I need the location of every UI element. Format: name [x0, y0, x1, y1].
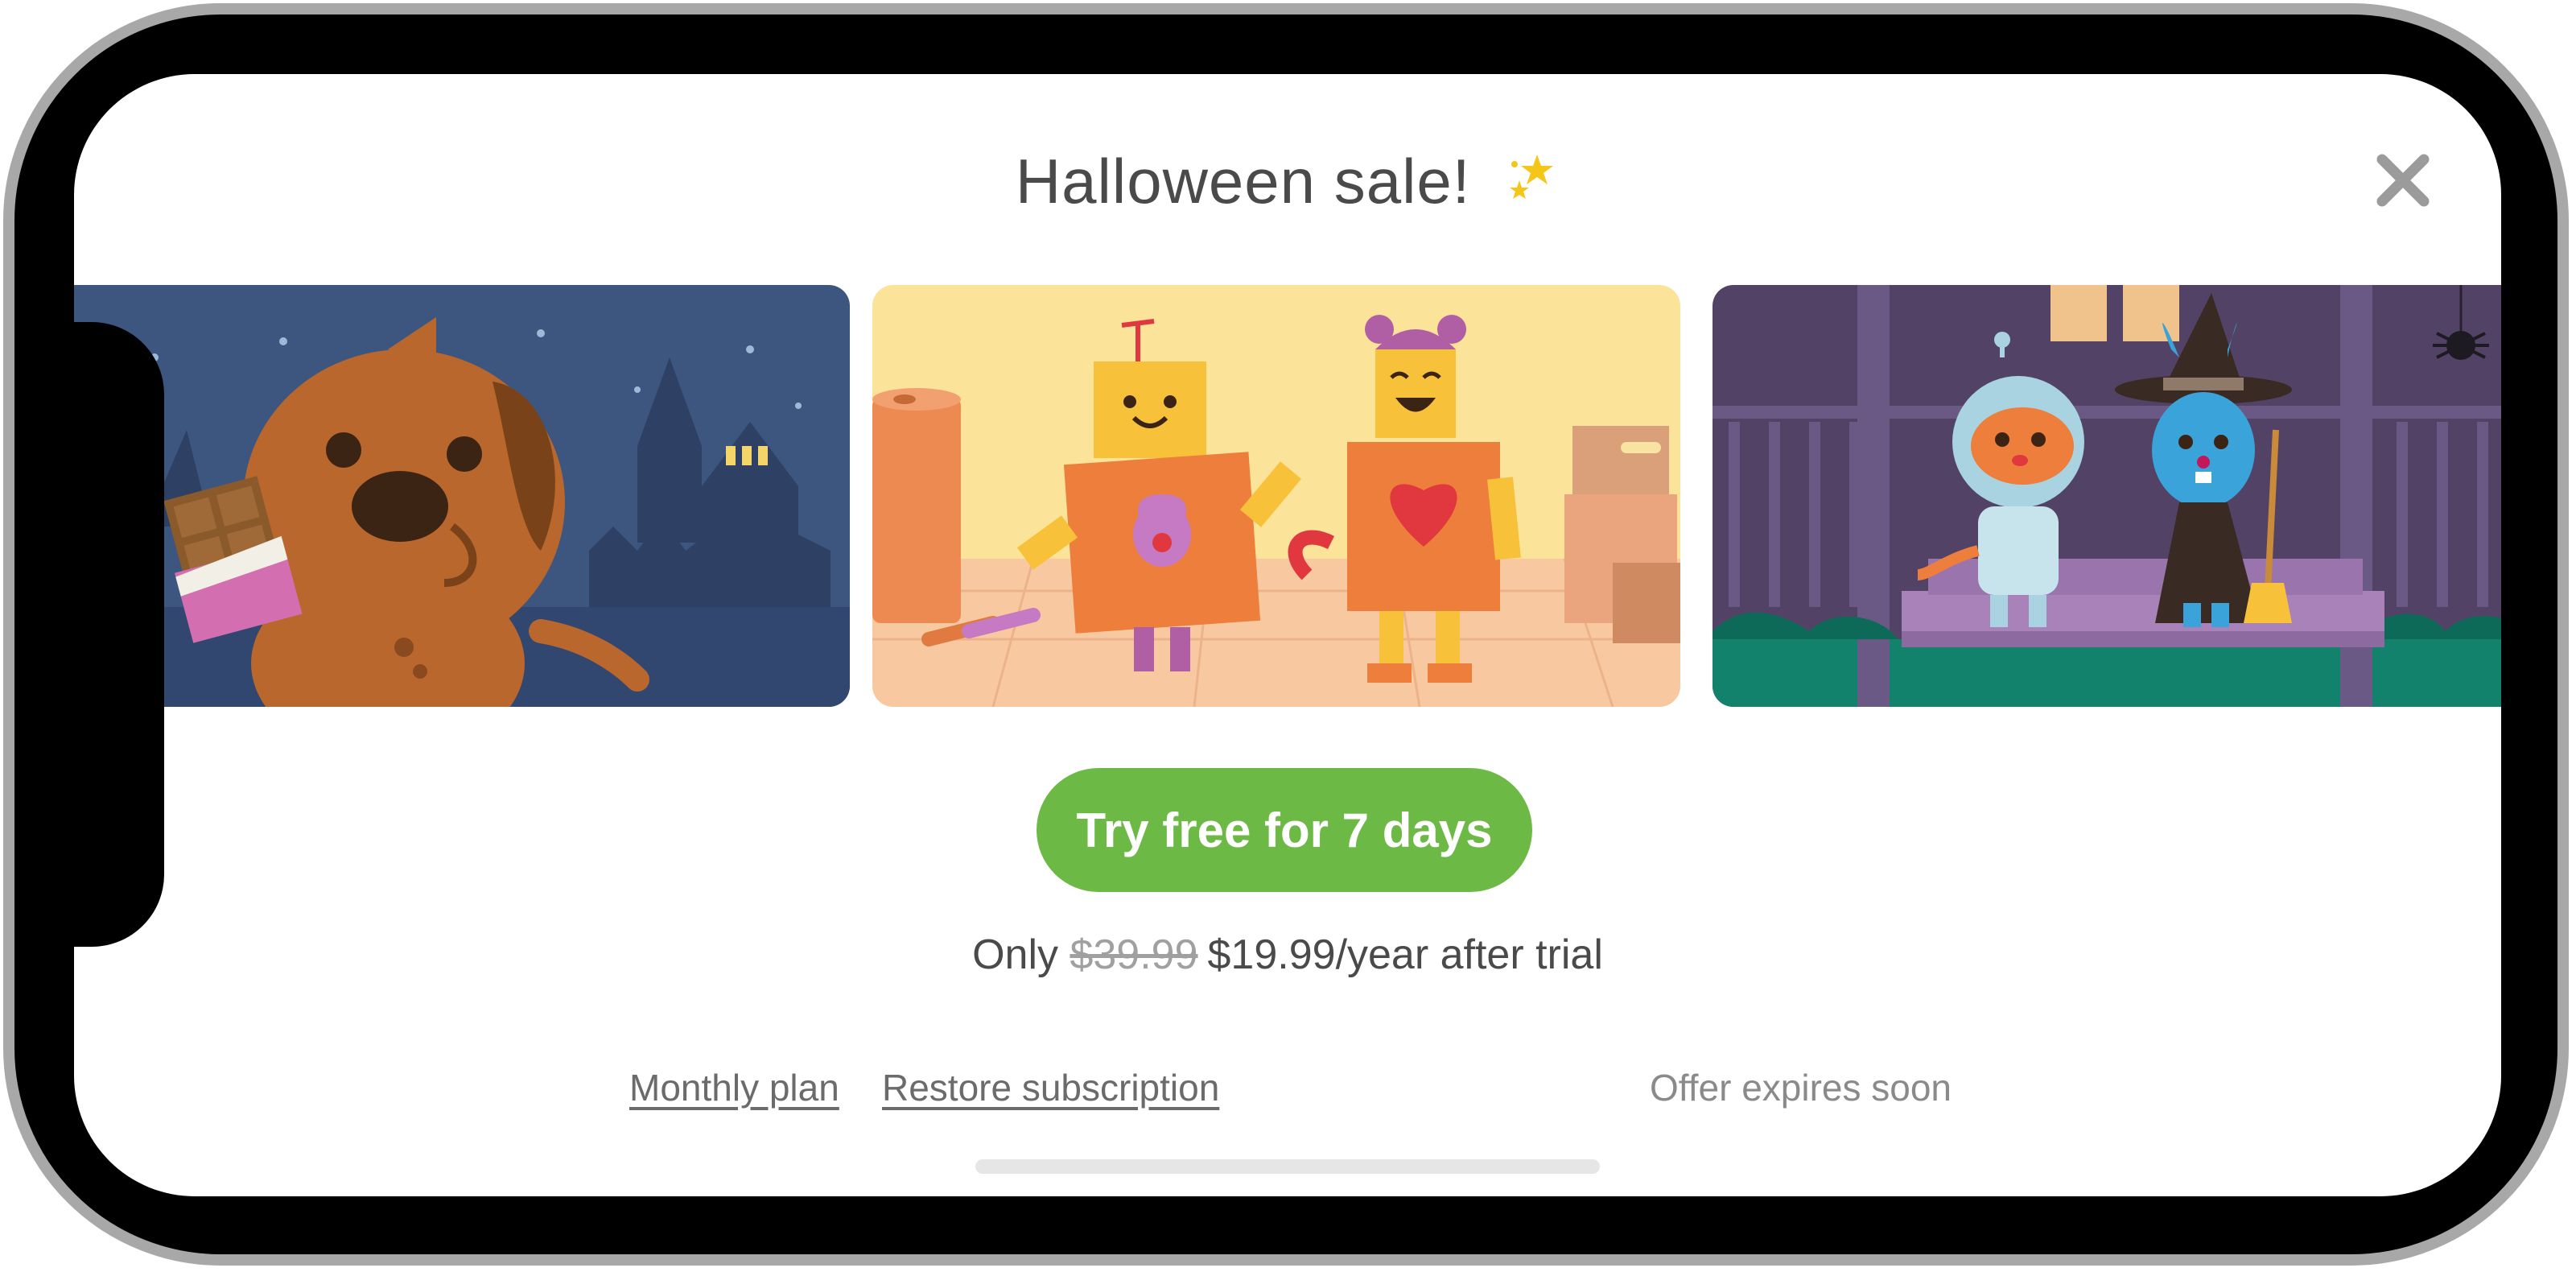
page-title: Halloween sale!	[74, 145, 2501, 223]
monthly-plan-link-wrap: Monthly plan	[629, 1066, 839, 1109]
new-price: $19.99/year after trial	[1207, 931, 1603, 978]
close-icon[interactable]	[2374, 151, 2432, 209]
illustration-carousel[interactable]	[74, 285, 2501, 707]
monthly-plan-link[interactable]: Monthly plan	[629, 1067, 839, 1109]
old-price: $39.99	[1070, 931, 1198, 978]
carousel-slide-robots[interactable]	[872, 285, 1680, 707]
title-text: Halloween sale!	[1015, 146, 1471, 217]
restore-subscription-link-wrap: Restore subscription	[882, 1066, 1219, 1109]
restore-subscription-link[interactable]: Restore subscription	[882, 1067, 1219, 1109]
try-free-button[interactable]: Try free for 7 days	[1037, 768, 1532, 892]
home-indicator[interactable]	[975, 1159, 1600, 1174]
device-notch	[74, 322, 164, 947]
offer-expires-text: Offer expires soon	[1650, 1067, 1952, 1109]
paywall-screen: Halloween sale! Try free for 7 days Only…	[74, 74, 2501, 1196]
pricing-text: Only $39.99 $19.99/year after trial	[74, 931, 2501, 979]
price-prefix: Only	[972, 931, 1059, 978]
carousel-slide-dog[interactable]	[74, 285, 850, 707]
carousel-slide-astronaut-witch[interactable]	[1713, 285, 2501, 707]
sparkle-stars-icon	[1503, 150, 1560, 223]
